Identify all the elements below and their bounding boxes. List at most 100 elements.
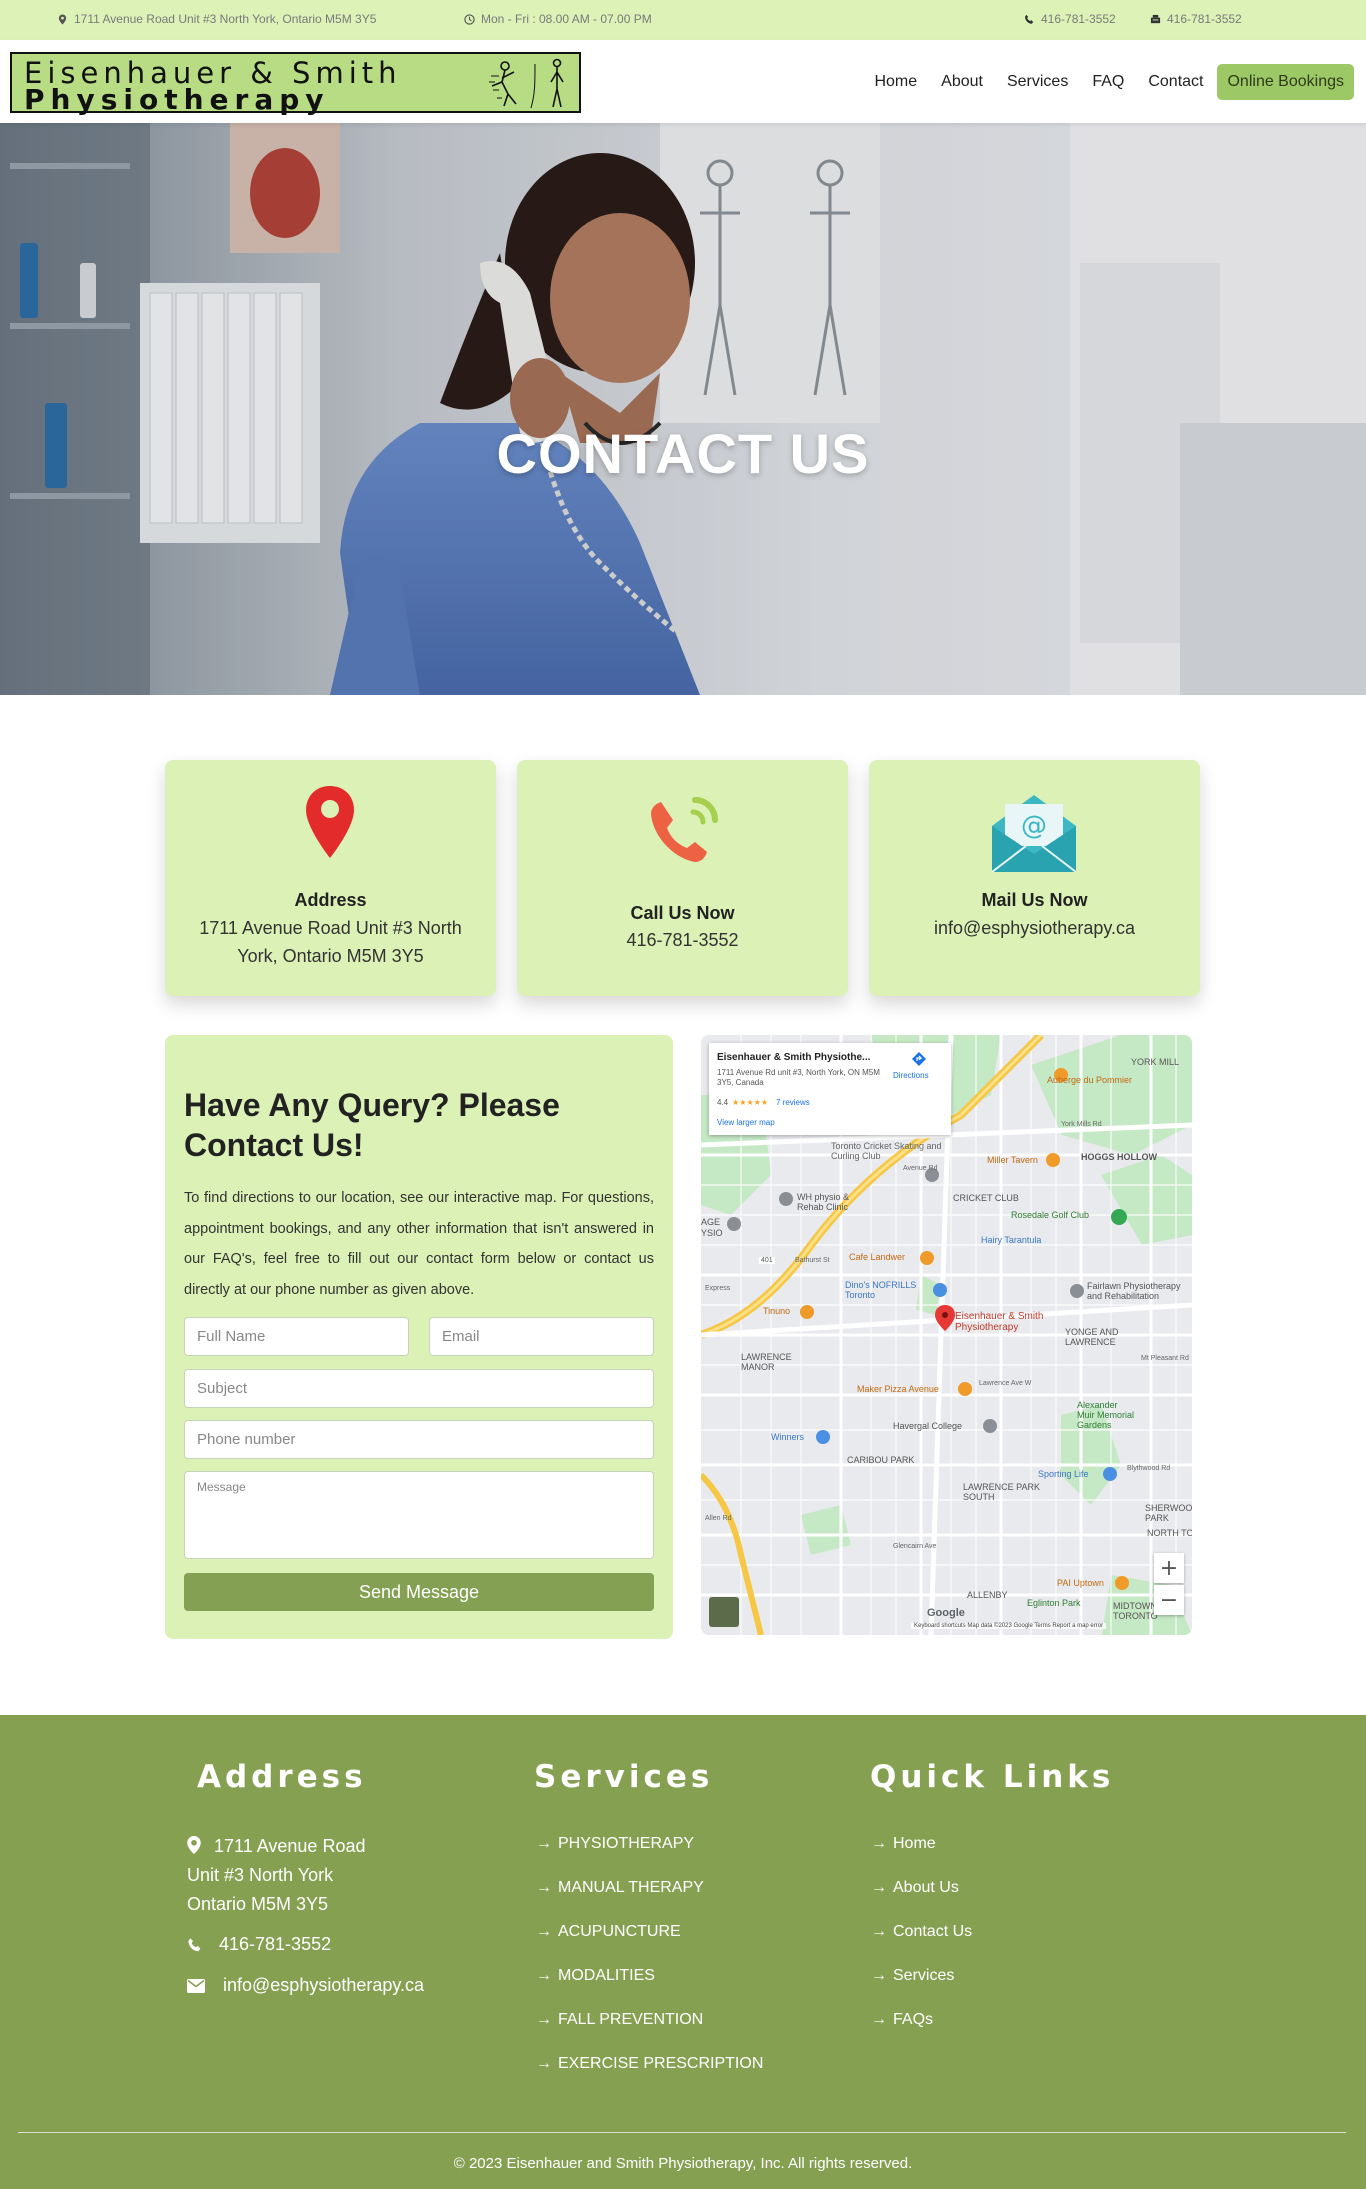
call-card-text[interactable]: 416-781-3552 <box>517 926 848 954</box>
directions-icon[interactable] <box>911 1051 927 1067</box>
nav-about[interactable]: About <box>929 65 995 99</box>
footer-quick-link[interactable]: → Services <box>871 1967 954 1985</box>
mail-card-title: Mail Us Now <box>981 890 1088 910</box>
topbar-address: 1711 Avenue Road Unit #3 North York, Ont… <box>57 12 376 26</box>
map-label: Alexander Muir Memorial Gardens <box>1077 1400 1135 1430</box>
footer-phone[interactable]: 416-781-3552 <box>187 1934 331 1955</box>
zoom-in-button[interactable]: + <box>1154 1553 1184 1583</box>
footer-quick-link[interactable]: → About Us <box>871 1879 959 1897</box>
footer-service-link[interactable]: → MANUAL THERAPY <box>536 1879 704 1897</box>
footer-divider <box>18 2132 1346 2133</box>
hero-title: CONTACT US <box>496 422 870 485</box>
mail-icon: @ <box>991 795 1077 873</box>
email-input[interactable]: Email <box>429 1317 654 1356</box>
send-message-button[interactable]: Send Message <box>184 1573 654 1611</box>
map-place-address: 1711 Avenue Rd unit #3, North York, ON M… <box>717 1068 880 1087</box>
footer-service-link[interactable]: → FALL PREVENTION <box>536 2011 703 2029</box>
map-label: CARIBOU PARK <box>847 1455 915 1465</box>
footer-email[interactable]: info@esphysiotherapy.ca <box>187 1975 424 1996</box>
location-map[interactable]: Eisenhauer & Smith Physiothe... 1711 Ave… <box>701 1035 1192 1635</box>
nav-faq[interactable]: FAQ <box>1080 65 1136 99</box>
topbar-phone-text: 416-781-3552 <box>1041 12 1116 26</box>
map-reviews-link[interactable]: 7 reviews <box>776 1098 810 1107</box>
footer-service-link[interactable]: → EXERCISE PRESCRIPTION <box>536 2055 763 2073</box>
map-label: Miller Tavern <box>987 1155 1038 1165</box>
nav-home[interactable]: Home <box>862 65 929 99</box>
phone-number-input[interactable]: Phone number <box>184 1420 654 1459</box>
footer-quick-link-label: Contact Us <box>893 1923 973 1940</box>
footer-quick-link[interactable]: → Contact Us <box>871 1923 972 1941</box>
map-attribution[interactable]: Keyboard shortcuts Map data ©2023 Google… <box>911 1623 1107 1629</box>
footer-copyright: © 2023 Eisenhauer and Smith Physiotherap… <box>453 2155 913 2172</box>
topbar-phone[interactable]: 416-781-3552 <box>1024 12 1116 26</box>
footer-services-heading: Services <box>534 1759 714 1795</box>
footer-service-label: PHYSIOTHERAPY <box>558 1835 695 1852</box>
map-label: 401 <box>759 1257 775 1264</box>
arrow-right-icon: → <box>871 1923 887 1940</box>
map-label: Express <box>705 1285 731 1292</box>
directions-link[interactable]: Directions <box>893 1071 929 1080</box>
rating-stars-icon: ★★★★★ <box>732 1098 768 1107</box>
map-label: LAWRENCE MANOR <box>741 1352 792 1372</box>
map-label: York Mills Rd <box>1061 1121 1102 1128</box>
footer-links-heading: Quick Links <box>870 1759 1115 1795</box>
topbar-hours: Mon - Fri : 08.00 AM - 07.00 PM <box>464 12 652 26</box>
footer-service-label: ACUPUNCTURE <box>558 1923 681 1940</box>
map-label: WH physio & Rehab Clinic <box>797 1192 850 1212</box>
view-larger-map-link[interactable]: View larger map <box>717 1118 775 1127</box>
map-label: Toronto Cricket Skating and Curling Club <box>831 1141 942 1161</box>
arrow-right-icon: → <box>536 1879 552 1896</box>
map-label: Hairy Tarantula <box>981 1235 1042 1245</box>
map-label: Dino's NOFRILLS Toronto <box>845 1280 917 1300</box>
phone-icon <box>1024 14 1034 24</box>
footer-quick-link-label: Home <box>893 1835 936 1852</box>
address-card: Address 1711 Avenue Road Unit #3 North Y… <box>165 760 496 996</box>
footer-email-text: info@esphysiotherapy.ca <box>223 1975 425 1995</box>
message-textarea[interactable]: Message <box>184 1471 654 1559</box>
zoom-out-button[interactable]: − <box>1154 1585 1184 1615</box>
footer-service-link[interactable]: → ACUPUNCTURE <box>536 1923 681 1941</box>
map-label: Rosedale Golf Club <box>1011 1210 1090 1220</box>
site-logo[interactable]: Eisenhauer & Smith Physiotherapy <box>10 52 581 116</box>
call-card-title: Call Us Now <box>630 903 735 923</box>
nav-contact[interactable]: Contact <box>1136 65 1215 99</box>
top-bar: 1711 Avenue Road Unit #3 North York, Ont… <box>0 0 1366 40</box>
form-description: To find directions to our location, see … <box>184 1190 654 1298</box>
online-bookings-button[interactable]: Online Bookings <box>1217 64 1354 100</box>
arrow-right-icon: → <box>536 1967 552 1984</box>
footer-service-link[interactable]: → PHYSIOTHERAPY <box>536 1835 694 1853</box>
footer-quick-link-label: FAQs <box>893 2011 934 2028</box>
clock-icon <box>464 13 475 25</box>
arrow-right-icon: → <box>536 1923 552 1940</box>
map-marker-label[interactable]: Eisenhauer & Smith Physiotherapy <box>955 1311 1045 1333</box>
map-label: YONGE AND LAWRENCE <box>1065 1327 1119 1347</box>
map-label: Allen Rd <box>705 1515 732 1522</box>
topbar-fax[interactable]: 416-781-3552 <box>1150 12 1242 26</box>
map-label: YORK MILL <box>1131 1057 1180 1067</box>
map-place-name[interactable]: Eisenhauer & Smith Physiothe... <box>717 1052 870 1063</box>
arrow-right-icon: → <box>536 2055 552 2072</box>
footer-address-line-2: Unit #3 North York <box>187 1865 334 1885</box>
map-label: Blythwood Rd <box>1127 1465 1171 1472</box>
nav-services[interactable]: Services <box>995 65 1080 99</box>
mail-card-text[interactable]: info@esphysiotherapy.ca <box>869 914 1200 942</box>
subject-input[interactable]: Subject <box>184 1369 654 1408</box>
map-label: Bathurst St <box>795 1257 830 1264</box>
footer-quick-link[interactable]: → FAQs <box>871 2011 933 2029</box>
logo-line-2: Physiotherapy <box>24 83 330 116</box>
arrow-right-icon: → <box>871 2011 887 2028</box>
footer-quick-link-label: About Us <box>893 1879 959 1896</box>
arrow-right-icon: → <box>536 1835 552 1852</box>
phone-icon <box>651 797 718 862</box>
svg-text:@: @ <box>1021 811 1047 841</box>
arrow-right-icon: → <box>871 1835 887 1852</box>
full-name-input[interactable]: Full Name <box>184 1317 409 1356</box>
footer-service-label: MANUAL THERAPY <box>558 1879 704 1896</box>
address-card-text: 1711 Avenue Road Unit #3 North York, Ont… <box>199 918 462 966</box>
footer-quick-link[interactable]: → Home <box>871 1835 936 1853</box>
arrow-right-icon: → <box>871 1879 887 1896</box>
footer-service-link[interactable]: → MODALITIES <box>536 1967 655 1985</box>
map-label: Fairlawn Physiotherapy and Rehabilitatio… <box>1087 1281 1181 1301</box>
map-rating-row: 4.4 ★★★★★ 7 reviews <box>717 1098 810 1107</box>
footer-quick-link-label: Services <box>893 1967 955 1984</box>
